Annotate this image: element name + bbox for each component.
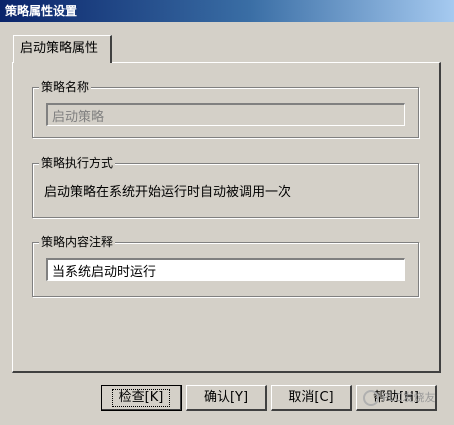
policy-comment-field[interactable] xyxy=(46,258,405,281)
policy-name-field xyxy=(46,103,405,126)
ok-button[interactable]: 确认[Y] xyxy=(186,385,267,411)
tab-startup-policy-properties[interactable]: 启动策略属性 xyxy=(13,35,112,63)
wechat-icon xyxy=(363,390,379,406)
execution-mode-text: 启动策略在系统开始运行时自动被调用一次 xyxy=(44,185,292,200)
group-label-policy-name: 策略名称 xyxy=(39,79,92,95)
title-bar[interactable]: 策略属性设置 xyxy=(0,0,454,22)
window-title: 策略属性设置 xyxy=(5,4,78,18)
group-label-execution-mode: 策略执行方式 xyxy=(39,155,116,171)
cancel-button-label: 取消[C] xyxy=(288,389,334,405)
tab-label: 启动策略属性 xyxy=(20,41,99,56)
check-button-label: 检查[K] xyxy=(111,388,171,407)
check-button[interactable]: 检查[K] xyxy=(101,385,182,411)
ok-button-label: 确认[Y] xyxy=(203,389,249,405)
watermark-text: PLC发烧友 xyxy=(382,391,436,404)
group-label-policy-comment: 策略内容注释 xyxy=(39,234,116,250)
watermark: PLC发烧友 xyxy=(363,389,435,407)
cancel-button[interactable]: 取消[C] xyxy=(271,385,352,411)
